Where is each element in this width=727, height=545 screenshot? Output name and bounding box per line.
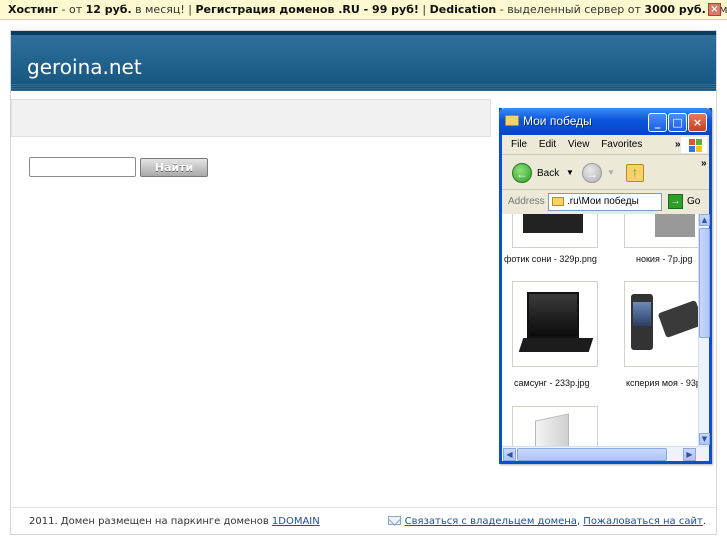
- scroll-right-icon[interactable]: ▶: [683, 448, 696, 461]
- forward-arrow-icon[interactable]: →: [582, 163, 602, 183]
- mail-icon: [387, 516, 401, 525]
- file-caption[interactable]: ксперия моя - 93р: [626, 378, 701, 388]
- ad-dedicated-text: - выделенный сервер от: [496, 3, 645, 16]
- laptop-base-image: [518, 338, 594, 352]
- laptop-image: [527, 292, 579, 338]
- go-arrow-icon[interactable]: →: [668, 194, 683, 209]
- content-band: [11, 99, 491, 137]
- explorer-title: Мои победы: [523, 114, 592, 128]
- maximize-icon[interactable]: □: [668, 113, 687, 132]
- ad-separator: |: [418, 3, 430, 16]
- ad-dedicated-label[interactable]: Dedication: [430, 3, 497, 16]
- phone-image: [631, 294, 653, 350]
- ad-hosting-label[interactable]: Хостинг: [8, 3, 58, 16]
- forward-dropdown-icon: ▼: [607, 168, 615, 177]
- footer-right: Связаться с владельцем домена, Пожаловат…: [387, 508, 706, 536]
- minimize-icon[interactable]: _: [648, 113, 667, 132]
- nokia-image: [655, 214, 695, 237]
- address-folder-icon: [552, 197, 564, 206]
- file-caption[interactable]: самсунг - 233р.jpg: [514, 378, 589, 388]
- ad-bar: Хостинг - от 12 руб. в месяц! | Регистра…: [0, 0, 727, 20]
- ad-hosting-tail: в месяц! |: [131, 3, 196, 16]
- horizontal-scrollbar[interactable]: ◀ ▶: [502, 446, 709, 461]
- file-thumb-wii[interactable]: [512, 406, 598, 446]
- footer-text: 2011. Домен размещен на паркинге доменов: [29, 516, 272, 527]
- explorer-window: Мои победы _ □ × File Edit View Favorite…: [499, 108, 712, 464]
- toolbar-chevron-icon[interactable]: »: [701, 158, 707, 169]
- back-label[interactable]: Back: [537, 168, 559, 179]
- footer-dot: .: [702, 516, 706, 527]
- explorer-toolbar: ← Back ▼ → ▼ ↑ »: [502, 156, 709, 190]
- file-thumb-xperia[interactable]: [624, 281, 709, 367]
- ad-hosting-price: 12 руб.: [85, 3, 132, 16]
- menu-view[interactable]: View: [568, 139, 590, 150]
- address-field[interactable]: .ru\Мои победы ▼: [548, 193, 662, 211]
- explorer-titlebar[interactable]: Мои победы _ □ ×: [499, 108, 712, 135]
- file-thumb-nokia[interactable]: [624, 214, 709, 248]
- back-dropdown-icon[interactable]: ▼: [566, 168, 574, 177]
- folder-up-icon[interactable]: ↑: [626, 164, 644, 182]
- site-header: geroina.net: [11, 31, 716, 91]
- menu-edit[interactable]: Edit: [539, 139, 556, 150]
- go-label[interactable]: Go: [687, 196, 700, 207]
- address-value: .ru\Мои победы: [567, 196, 639, 207]
- explorer-menubar: File Edit View Favorites »: [502, 135, 709, 155]
- phone-screen-image: [633, 302, 651, 326]
- menu-file[interactable]: File: [511, 139, 527, 150]
- scroll-left-icon[interactable]: ◀: [503, 448, 516, 461]
- header-stripe: [11, 83, 716, 91]
- windows-flag-icon: [681, 137, 707, 153]
- scroll-up-icon[interactable]: ▲: [699, 214, 710, 226]
- vertical-scrollbar[interactable]: ▲ ▼: [698, 214, 710, 446]
- wii-image: [535, 413, 569, 446]
- footer-1domain-link[interactable]: 1DOMAIN: [272, 516, 320, 527]
- camera-image: [523, 214, 583, 233]
- file-caption[interactable]: нокия - 7р.jpg: [636, 254, 692, 264]
- file-caption[interactable]: фотик сони - 329р.png: [504, 254, 597, 264]
- scroll-thumb[interactable]: [699, 228, 710, 338]
- footer-left: 2011. Домен размещен на паркинге доменов…: [29, 508, 320, 536]
- complain-link[interactable]: Пожаловаться на сайт: [583, 516, 703, 527]
- hscroll-thumb[interactable]: [517, 448, 667, 461]
- close-icon[interactable]: ×: [708, 3, 721, 16]
- scroll-down-icon[interactable]: ▼: [699, 433, 710, 445]
- ad-domains-label[interactable]: Регистрация доменов .RU - 99 руб!: [195, 3, 418, 16]
- site-title[interactable]: geroina.net: [27, 55, 142, 79]
- address-label: Address: [508, 196, 545, 207]
- search-button[interactable]: Найти: [140, 158, 208, 177]
- file-thumb-camera[interactable]: [512, 214, 598, 248]
- ad-hosting-text: - от: [58, 3, 86, 16]
- address-bar: Address .ru\Мои победы ▼ → Go: [502, 191, 709, 213]
- folder-icon: [505, 115, 519, 126]
- menu-chevron-icon[interactable]: »: [675, 135, 681, 155]
- menu-favorites[interactable]: Favorites: [601, 139, 642, 150]
- file-list: фотик сони - 329р.png нокия - 7р.jpg сам…: [502, 214, 709, 446]
- search-input[interactable]: [29, 157, 136, 177]
- close-window-icon[interactable]: ×: [688, 113, 707, 132]
- ad-dedicated-price: 3000 руб.: [644, 3, 706, 16]
- file-thumb-laptop[interactable]: [512, 281, 598, 367]
- back-arrow-icon[interactable]: ←: [512, 163, 532, 183]
- footer: 2011. Домен размещен на паркинге доменов…: [11, 507, 716, 535]
- contact-owner-link[interactable]: Связаться с владельцем домена: [405, 516, 577, 527]
